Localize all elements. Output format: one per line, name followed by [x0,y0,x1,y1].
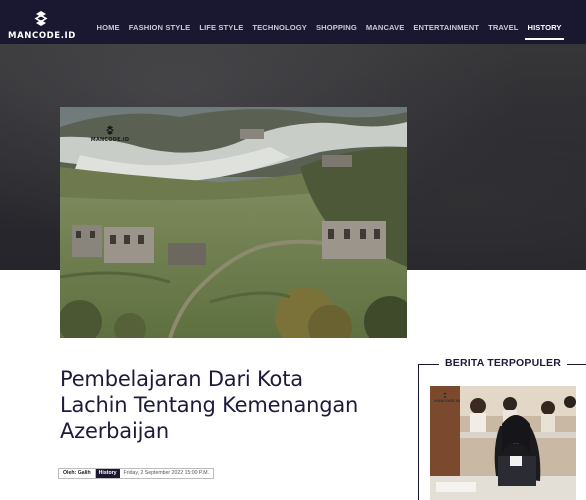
nav-item-technology[interactable]: TECHNOLOGY [248,18,312,38]
nav-item-mancave[interactable]: MANCAVE [361,18,409,38]
nav-item-entertainment[interactable]: ENTERTAINMENT [409,18,484,38]
watermark-logo-icon [105,125,115,135]
nav-item-history[interactable]: HISTORY [523,18,566,40]
article-title: Pembelajaran Dari Kota Lachin Tentang Ke… [60,367,359,443]
image-watermark: MANCODE.ID [90,125,130,149]
author-label[interactable]: Oleh: Galih [59,469,96,478]
logo-text: MANCODE.ID [8,31,76,41]
nav-item-home[interactable]: HOME [92,18,124,38]
classroom-illustration [430,386,576,500]
category-badge[interactable]: History [95,469,120,478]
popular-news-sidebar: BERITA TERPOPULER MANCODE.ID [418,357,586,500]
site-logo[interactable]: MANCODE.ID [6,8,78,42]
nav-item-fashion-style[interactable]: FASHION STYLE [124,18,195,38]
thumbnail-watermark: MANCODE.ID [434,392,461,403]
nav-item-travel[interactable]: TRAVEL [484,18,523,38]
top-navbar: MANCODE.ID HOME FASHION STYLE LIFE STYLE… [0,0,586,44]
thumbnail-watermark-text: MANCODE.ID [434,399,461,403]
sidebar-title: BERITA TERPOPULER [419,357,586,369]
article-meta: Oleh: Galih History Friday, 2 September … [58,468,214,479]
watermark-text: MANCODE.ID [90,137,130,143]
nav-item-shopping[interactable]: SHOPPING [311,18,361,38]
logo-mark-icon [34,11,48,26]
popular-news-thumbnail[interactable]: MANCODE.ID [430,386,576,500]
featured-image: MANCODE.ID [60,107,407,338]
sidebar-title-text: BERITA TERPOPULER [439,357,567,369]
publish-date: Friday, 2 September 2022 15:00 P.M. [123,470,209,476]
thumbnail-watermark-icon [443,392,447,399]
nav-item-life-style[interactable]: LIFE STYLE [195,18,248,38]
main-menu: HOME FASHION STYLE LIFE STYLE TECHNOLOGY… [92,18,566,40]
